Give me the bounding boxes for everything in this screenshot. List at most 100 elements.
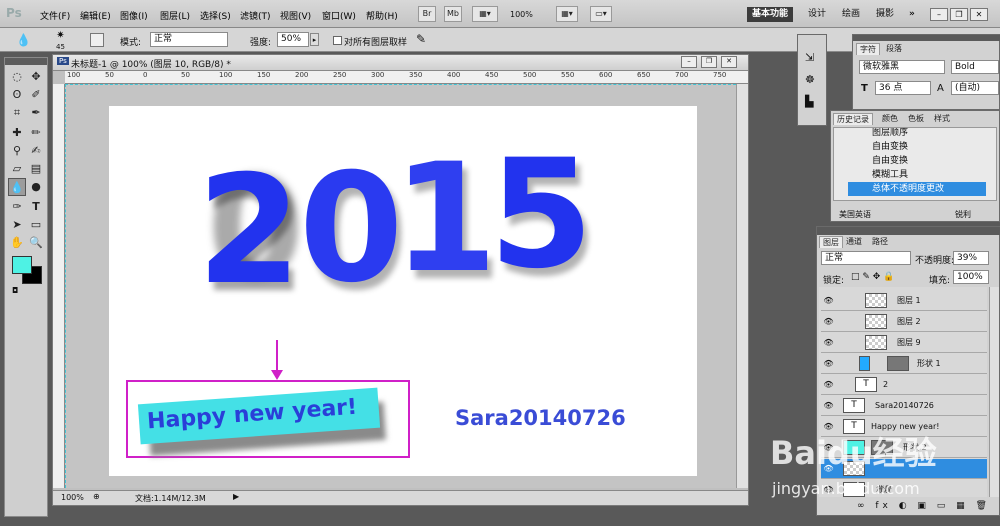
crop-icon[interactable]: ⌗ <box>8 104 26 122</box>
layer-row[interactable]: 👁 形状 1 <box>821 354 987 374</box>
opacity-input[interactable]: 39% <box>953 251 989 265</box>
eye-icon[interactable]: 👁 <box>823 295 834 306</box>
dodge-icon[interactable]: ● <box>27 178 45 196</box>
antialias-select[interactable]: 锐利 <box>955 209 971 220</box>
layer-row[interactable]: 👁 T 2 <box>821 375 987 395</box>
fill-input[interactable]: 100% <box>953 270 989 284</box>
layers-scrollbar[interactable] <box>989 287 999 497</box>
eraser-icon[interactable]: ▱ <box>8 160 26 178</box>
eye-icon[interactable]: 👁 <box>823 337 834 348</box>
view-extras-button[interactable]: ▦▾ <box>472 6 498 22</box>
tab-history[interactable]: 历史记录 <box>833 113 873 125</box>
workspace-design[interactable]: 设计 <box>803 7 831 22</box>
eye-icon[interactable]: 👁 <box>823 358 834 369</box>
move-icon[interactable]: ✥ <box>27 68 45 86</box>
workspace-photo[interactable]: 摄影 <box>871 7 899 22</box>
menu-window[interactable]: 窗口(W) <box>322 9 356 22</box>
status-menu-arrow-icon[interactable]: ▶ <box>233 492 239 501</box>
eye-icon[interactable]: 👁 <box>823 316 834 327</box>
vertical-scrollbar[interactable] <box>736 84 748 488</box>
status-icon[interactable]: ⊕ <box>93 492 100 501</box>
strength-slider-icon[interactable]: ▸ <box>310 33 319 46</box>
minimize-icon[interactable]: – <box>930 8 948 21</box>
menu-image[interactable]: 图像(I) <box>120 9 148 22</box>
tab-layers[interactable]: 图层 <box>819 236 843 248</box>
canvas-area[interactable]: 0 2 0 1 5 Happy new year! Sara20140726 <box>65 84 736 488</box>
layer-row[interactable]: 👁 图层 1 <box>821 291 987 311</box>
canvas-document[interactable]: 0 2 0 1 5 Happy new year! Sara20140726 <box>109 106 697 476</box>
layer-row[interactable]: 👁 T Sara20140726 <box>821 396 987 416</box>
tab-character[interactable]: 字符 <box>856 43 880 55</box>
doc-restore-icon[interactable]: ❐ <box>701 56 717 68</box>
tab-channels[interactable]: 通道 <box>843 236 865 248</box>
font-style-select[interactable]: Bold <box>951 60 999 74</box>
doc-close-icon[interactable]: ✕ <box>721 56 737 68</box>
brush-panel-icon[interactable] <box>90 33 104 47</box>
eye-icon[interactable]: 👁 <box>823 379 834 390</box>
blur-tool-icon[interactable]: 💧 <box>16 33 31 47</box>
healing-brush-icon[interactable]: ✚ <box>8 124 26 142</box>
history-brush-icon[interactable]: ✍ <box>27 142 45 160</box>
history-item[interactable]: 自由变换 <box>844 140 984 154</box>
screen-mode-button[interactable]: ▭▾ <box>590 6 612 22</box>
panel-dock-icon[interactable]: ⇲ <box>805 51 814 64</box>
history-item-selected[interactable]: 总体不透明度更改 <box>848 182 986 196</box>
blur-tool-icon[interactable]: 💧 <box>8 178 26 196</box>
menu-help[interactable]: 帮助(H) <box>366 9 398 22</box>
zoom-level[interactable]: 100% <box>510 10 533 19</box>
document-tab[interactable]: Ps 未标题-1 @ 100% (图层 10, RGB/8) * – ❐ ✕ <box>53 55 748 71</box>
layers-footer-icons[interactable]: ∞ fx ◐ ▣ ▭ ▦ 🗑 <box>857 501 991 511</box>
marquee-icon[interactable]: ◌ <box>8 68 26 86</box>
arrange-docs-button[interactable]: ▦▾ <box>556 6 578 22</box>
eyedropper-icon[interactable]: ✒ <box>27 104 45 122</box>
mini-bridge-button[interactable]: Mb <box>444 6 462 22</box>
rectangle-shape-icon[interactable]: ▭ <box>27 216 45 234</box>
menu-view[interactable]: 视图(V) <box>280 9 311 22</box>
tab-color[interactable]: 颜色 <box>879 113 901 125</box>
menu-select[interactable]: 选择(S) <box>200 9 231 22</box>
path-select-icon[interactable]: ➤ <box>8 216 26 234</box>
workspace-paint[interactable]: 绘画 <box>837 7 865 22</box>
quick-select-icon[interactable]: ✐ <box>27 86 45 104</box>
zoom-icon[interactable]: 🔍 <box>27 234 45 252</box>
tab-swatches[interactable]: 色板 <box>905 113 927 125</box>
clone-stamp-icon[interactable]: ⚲ <box>8 142 26 160</box>
layer-row[interactable]: 👁 图层 2 <box>821 312 987 332</box>
history-item[interactable]: 模糊工具 <box>844 168 984 182</box>
bridge-button[interactable]: Br <box>418 6 436 22</box>
font-size-select[interactable]: 36 点 <box>875 81 931 95</box>
menu-file[interactable]: 文件(F) <box>40 9 70 22</box>
brush-preset-picker[interactable]: ✷ 45 <box>56 30 65 52</box>
workspace-basic[interactable]: 基本功能 <box>747 7 794 22</box>
tab-styles[interactable]: 样式 <box>931 113 953 125</box>
hand-icon[interactable]: ✋ <box>8 234 26 252</box>
status-zoom[interactable]: 100% <box>61 493 84 502</box>
more-workspaces-button[interactable]: » <box>904 7 920 22</box>
layer-row[interactable]: 👁 图层 9 <box>821 333 987 353</box>
type-icon[interactable]: T <box>27 198 45 216</box>
pen-icon[interactable]: ✑ <box>8 198 26 216</box>
history-item[interactable]: 图层顺序 <box>844 128 984 140</box>
close-icon[interactable]: ✕ <box>970 8 988 21</box>
brush-icon[interactable]: ✏ <box>27 124 45 142</box>
doc-minimize-icon[interactable]: – <box>681 56 697 68</box>
horizontal-ruler[interactable]: 100 50 0 50 100 150 200 250 300 350 400 450 500 550 60… <box>65 71 748 84</box>
sample-all-checkbox[interactable] <box>333 36 342 45</box>
histogram-icon[interactable]: ▙ <box>805 95 813 108</box>
language-select[interactable]: 美国英语 <box>839 209 871 220</box>
font-family-select[interactable]: 微软雅黑 <box>859 60 945 74</box>
actions-icon[interactable]: ☸ <box>805 73 815 86</box>
lasso-icon[interactable]: ʘ <box>8 86 26 104</box>
blend-mode-select[interactable]: 正常 <box>821 251 911 265</box>
menu-edit[interactable]: 编辑(E) <box>80 9 111 22</box>
quick-mask-icon[interactable]: ◘ <box>12 286 18 295</box>
strength-input[interactable]: 50% <box>277 32 309 47</box>
pressure-icon[interactable]: ✎ <box>416 32 426 46</box>
menu-filter[interactable]: 滤镜(T) <box>240 9 271 22</box>
eye-icon[interactable]: 👁 <box>823 400 834 411</box>
menu-layer[interactable]: 图层(L) <box>160 9 190 22</box>
gradient-icon[interactable]: ▤ <box>27 160 45 178</box>
eye-icon[interactable]: 👁 <box>823 421 834 432</box>
mode-select[interactable]: 正常 <box>150 32 228 47</box>
tab-paths[interactable]: 路径 <box>869 236 891 248</box>
